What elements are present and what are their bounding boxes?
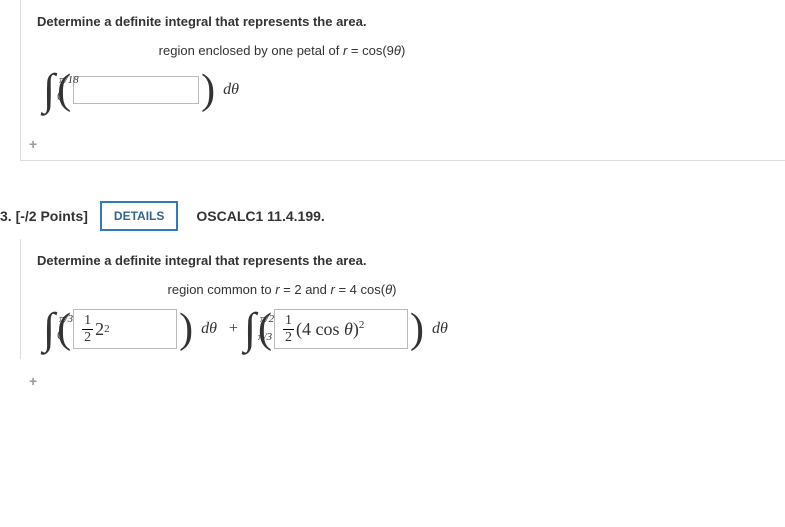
question-ref: OSCALC1 11.4.199. — [196, 208, 324, 224]
q2-ans2-pow: 2 — [359, 319, 365, 331]
right-paren-icon: ) — [179, 311, 193, 347]
q1-prompt: Determine a definite integral that repre… — [37, 14, 775, 29]
q2-integral-row: ∫ π/3 0 ( 1 2 22 ) dθ + ∫ π/2 π/3 ( — [43, 309, 775, 349]
q1-eq-rhs: = cos(9 — [347, 43, 394, 58]
question-header: 3. [-/2 Points] DETAILS OSCALC1 11.4.199… — [0, 201, 785, 231]
theta-glyph: θ — [394, 43, 401, 58]
q2-ans2-den: 2 — [285, 330, 292, 345]
question-2-block: Determine a definite integral that repre… — [20, 239, 785, 359]
theta-glyph-3: θ — [344, 319, 353, 339]
q2-ans1-frac: 1 2 — [82, 314, 93, 345]
q2-integral-2: ∫ π/2 π/3 — [244, 309, 256, 349]
q1-dtheta: dθ — [223, 81, 239, 99]
right-paren-icon: ) — [201, 72, 215, 108]
q2-int2-lower: π/3 — [258, 331, 272, 343]
q1-sub-prefix: region enclosed by one petal of — [159, 43, 343, 58]
q1-subprompt: region enclosed by one petal of r = cos(… — [77, 43, 487, 58]
q1-integral-row: ∫ π/18 0 ( ) dθ — [43, 70, 775, 110]
q2-int1-lower: 0 — [57, 328, 63, 343]
q2-ans2-inner: (4 cos θ)2 — [296, 319, 364, 340]
right-paren-icon: ) — [410, 311, 424, 347]
details-button[interactable]: DETAILS — [100, 201, 178, 231]
question-1-block: Determine a definite integral that repre… — [20, 0, 785, 161]
q2-dtheta-2: dθ — [432, 320, 448, 338]
q2-answer-2[interactable]: 1 2 (4 cos θ)2 — [274, 309, 408, 349]
qpoints: [-/2 Points] — [12, 208, 88, 224]
q2-answer-1[interactable]: 1 2 22 — [73, 309, 177, 349]
q2-int2-upper: π/2 — [260, 313, 274, 325]
q2-ans2-num: 1 — [283, 314, 294, 330]
expand-handle[interactable]: + — [29, 136, 37, 152]
q1-eq-tail: ) — [401, 43, 405, 58]
q2-ans1-base: 2 — [95, 319, 104, 340]
q2-ans2-inner-a: (4 cos — [296, 319, 344, 339]
q2-ans1-den: 2 — [84, 330, 91, 345]
q2-ans1-num: 1 — [82, 314, 93, 330]
q1-answer-input[interactable] — [73, 76, 199, 104]
q2-eq2-rhs: = 4 cos( — [335, 282, 385, 297]
q1-int-lower: 0 — [57, 89, 63, 104]
q2-integral-1: ∫ π/3 0 — [43, 309, 55, 349]
q1-int-upper: π/18 — [59, 74, 79, 86]
q2-dtheta-1: dθ — [201, 320, 217, 338]
integral-sign-icon: ∫ — [43, 309, 55, 349]
q1-integral: ∫ π/18 0 — [43, 70, 55, 110]
q2-subprompt: region common to r = 2 and r = 4 cos(θ) — [77, 282, 487, 297]
q2-sub-prefix: region common to — [168, 282, 276, 297]
q2-prompt: Determine a definite integral that repre… — [37, 253, 775, 268]
qnum-value: 3. — [0, 208, 12, 224]
integral-sign-icon: ∫ — [43, 70, 55, 110]
q2-eq1-rhs: = 2 and — [280, 282, 331, 297]
q2-ans2-frac: 1 2 — [283, 314, 294, 345]
q2-eq2-tail: ) — [392, 282, 396, 297]
expand-handle[interactable]: + — [29, 373, 37, 389]
q2-ans1-pow: 2 — [104, 323, 110, 335]
q2-int1-upper: π/3 — [59, 313, 73, 325]
integral-sign-icon: ∫ — [244, 309, 256, 349]
plus-sign: + — [229, 320, 238, 338]
question-number: 3. [-/2 Points] — [0, 208, 88, 224]
